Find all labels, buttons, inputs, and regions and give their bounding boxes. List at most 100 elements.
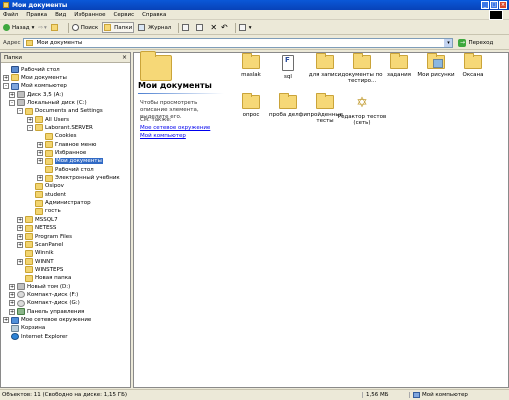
folder-item[interactable]: Оксана xyxy=(448,53,498,78)
tree-item-label: student xyxy=(45,191,67,198)
folder-icon xyxy=(279,93,297,109)
expand-icon[interactable]: + xyxy=(9,283,15,290)
folder-icon xyxy=(35,191,43,199)
folder-icon xyxy=(35,182,43,190)
toolbar-separator xyxy=(178,22,180,33)
move-to-icon xyxy=(182,24,190,31)
folder-icon xyxy=(25,216,33,224)
tree-item-label: Мои документы xyxy=(21,74,67,81)
expand-icon[interactable]: + xyxy=(17,233,23,240)
folder-icon xyxy=(316,53,334,69)
search-icon xyxy=(71,24,79,31)
collapse-icon[interactable]: - xyxy=(3,83,9,90)
delete-button[interactable]: ✕ xyxy=(210,22,217,33)
toolbar-separator xyxy=(234,22,236,33)
status-objects: Объектов: 11 (Свободно на диске: 1,15 ГБ… xyxy=(2,392,128,398)
folder-icon xyxy=(11,74,19,82)
address-input[interactable]: Мои документы ▾ xyxy=(23,37,454,48)
folders-panel: Папки × Рабочий стол + Мои документы - Мой к… xyxy=(0,52,131,388)
tree-item-label: WINSTEPS xyxy=(35,266,64,273)
tree-item-label: Winnik xyxy=(35,250,54,257)
folder-icon xyxy=(25,249,33,257)
history-button[interactable]: Журнал xyxy=(138,22,171,33)
tree-item[interactable]: Internet Explorer xyxy=(3,332,68,341)
chevron-down-icon[interactable]: ▾ xyxy=(444,38,453,47)
tree-item-label: Новый том (D:) xyxy=(27,283,71,290)
copy-to-button[interactable] xyxy=(196,22,206,33)
go-button[interactable]: → Переход xyxy=(458,38,494,47)
menu-help[interactable]: Справка xyxy=(142,12,166,18)
folder-icon xyxy=(25,266,33,274)
tree-item-label: Рабочий стол xyxy=(21,66,60,73)
back-arrow-icon xyxy=(3,24,10,31)
link-my-computer[interactable]: Мой компьютер xyxy=(140,133,186,139)
tree-item-label: Internet Explorer xyxy=(21,333,68,340)
menu-tools[interactable]: Сервис xyxy=(114,12,135,18)
folder-icon xyxy=(25,233,33,240)
tree-item-label: Program Files xyxy=(35,233,73,240)
expand-icon[interactable]: + xyxy=(17,225,23,232)
close-icon[interactable]: × xyxy=(121,54,128,61)
tree-item-label: Администратор xyxy=(45,200,91,207)
up-button[interactable] xyxy=(50,22,61,33)
undo-button[interactable]: ↶ xyxy=(221,22,228,33)
expand-icon[interactable]: + xyxy=(9,291,15,298)
maximize-button[interactable]: □ xyxy=(490,1,498,9)
status-bar: Объектов: 11 (Свободно на диске: 1,15 ГБ… xyxy=(0,389,509,400)
expand-icon[interactable]: + xyxy=(9,308,15,315)
back-button[interactable]: Назад ▾ xyxy=(3,22,34,33)
menu-edit[interactable]: Правка xyxy=(26,12,47,18)
tree-item-label: Панель управления xyxy=(27,308,85,315)
menu-favorites[interactable]: Избранное xyxy=(74,12,105,18)
expand-icon[interactable]: + xyxy=(17,216,23,223)
forward-arrow-icon: ⇨ xyxy=(38,24,43,31)
toolbar-separator xyxy=(67,22,69,33)
menu-file[interactable]: Файл xyxy=(3,12,18,18)
collapse-icon[interactable]: - xyxy=(9,99,15,106)
item-label: Оксана xyxy=(462,72,484,78)
folder-icon xyxy=(25,241,33,249)
forward-button[interactable]: ⇨ ▾ xyxy=(38,22,46,33)
menu-bar: Файл Правка Вид Избранное Сервис Справка xyxy=(0,10,509,20)
expand-icon[interactable]: + xyxy=(37,175,43,182)
computer-icon xyxy=(413,392,420,398)
expand-icon[interactable]: + xyxy=(37,150,43,156)
desk-icon xyxy=(11,66,19,73)
expand-icon[interactable]: + xyxy=(9,300,15,307)
expand-icon[interactable]: + xyxy=(37,141,43,148)
drive-icon xyxy=(17,91,25,99)
expand-icon[interactable]: + xyxy=(37,158,43,165)
folder-icon xyxy=(45,141,53,149)
collapse-icon[interactable]: - xyxy=(27,124,33,131)
ie-icon xyxy=(11,333,19,341)
expand-icon[interactable]: + xyxy=(17,258,23,265)
collapse-icon[interactable]: - xyxy=(17,108,23,115)
folder-icon xyxy=(25,107,33,115)
expand-icon[interactable]: + xyxy=(3,74,9,81)
expand-icon[interactable]: + xyxy=(3,317,9,323)
tree-item-label: Диск 3,5 (A:) xyxy=(27,91,64,98)
folders-panel-title: Папки xyxy=(4,54,22,61)
status-location-cell: Мой компьютер xyxy=(409,392,509,398)
search-button[interactable]: Поиск xyxy=(71,22,98,33)
expand-icon[interactable]: + xyxy=(17,241,23,248)
link-network[interactable]: Мое сетевое окружение xyxy=(140,125,210,131)
info-pane: Мои документы Чтобы просмотреть описание… xyxy=(134,51,226,387)
expand-icon[interactable]: + xyxy=(27,116,33,123)
minimize-button[interactable]: _ xyxy=(481,1,489,9)
tree-item-label: Корзина xyxy=(21,325,46,332)
folders-button[interactable]: Папки xyxy=(102,22,135,33)
expand-icon[interactable]: + xyxy=(9,91,15,98)
tree-item-label: Documents and Settings xyxy=(35,108,103,115)
bin-icon xyxy=(11,324,19,332)
menu-view[interactable]: Вид xyxy=(55,12,66,18)
move-to-button[interactable] xyxy=(182,22,192,33)
close-button[interactable]: × xyxy=(499,1,507,9)
go-label: Переход xyxy=(468,39,494,46)
tree-item-label: Новая папка xyxy=(35,275,72,282)
file-icon xyxy=(282,55,294,71)
views-button[interactable]: ▾ xyxy=(238,22,252,33)
folder-icon xyxy=(25,258,33,266)
folder-icon xyxy=(390,53,408,69)
folder-item[interactable]: ✡ Редактор тестов (сеть) xyxy=(337,95,387,126)
